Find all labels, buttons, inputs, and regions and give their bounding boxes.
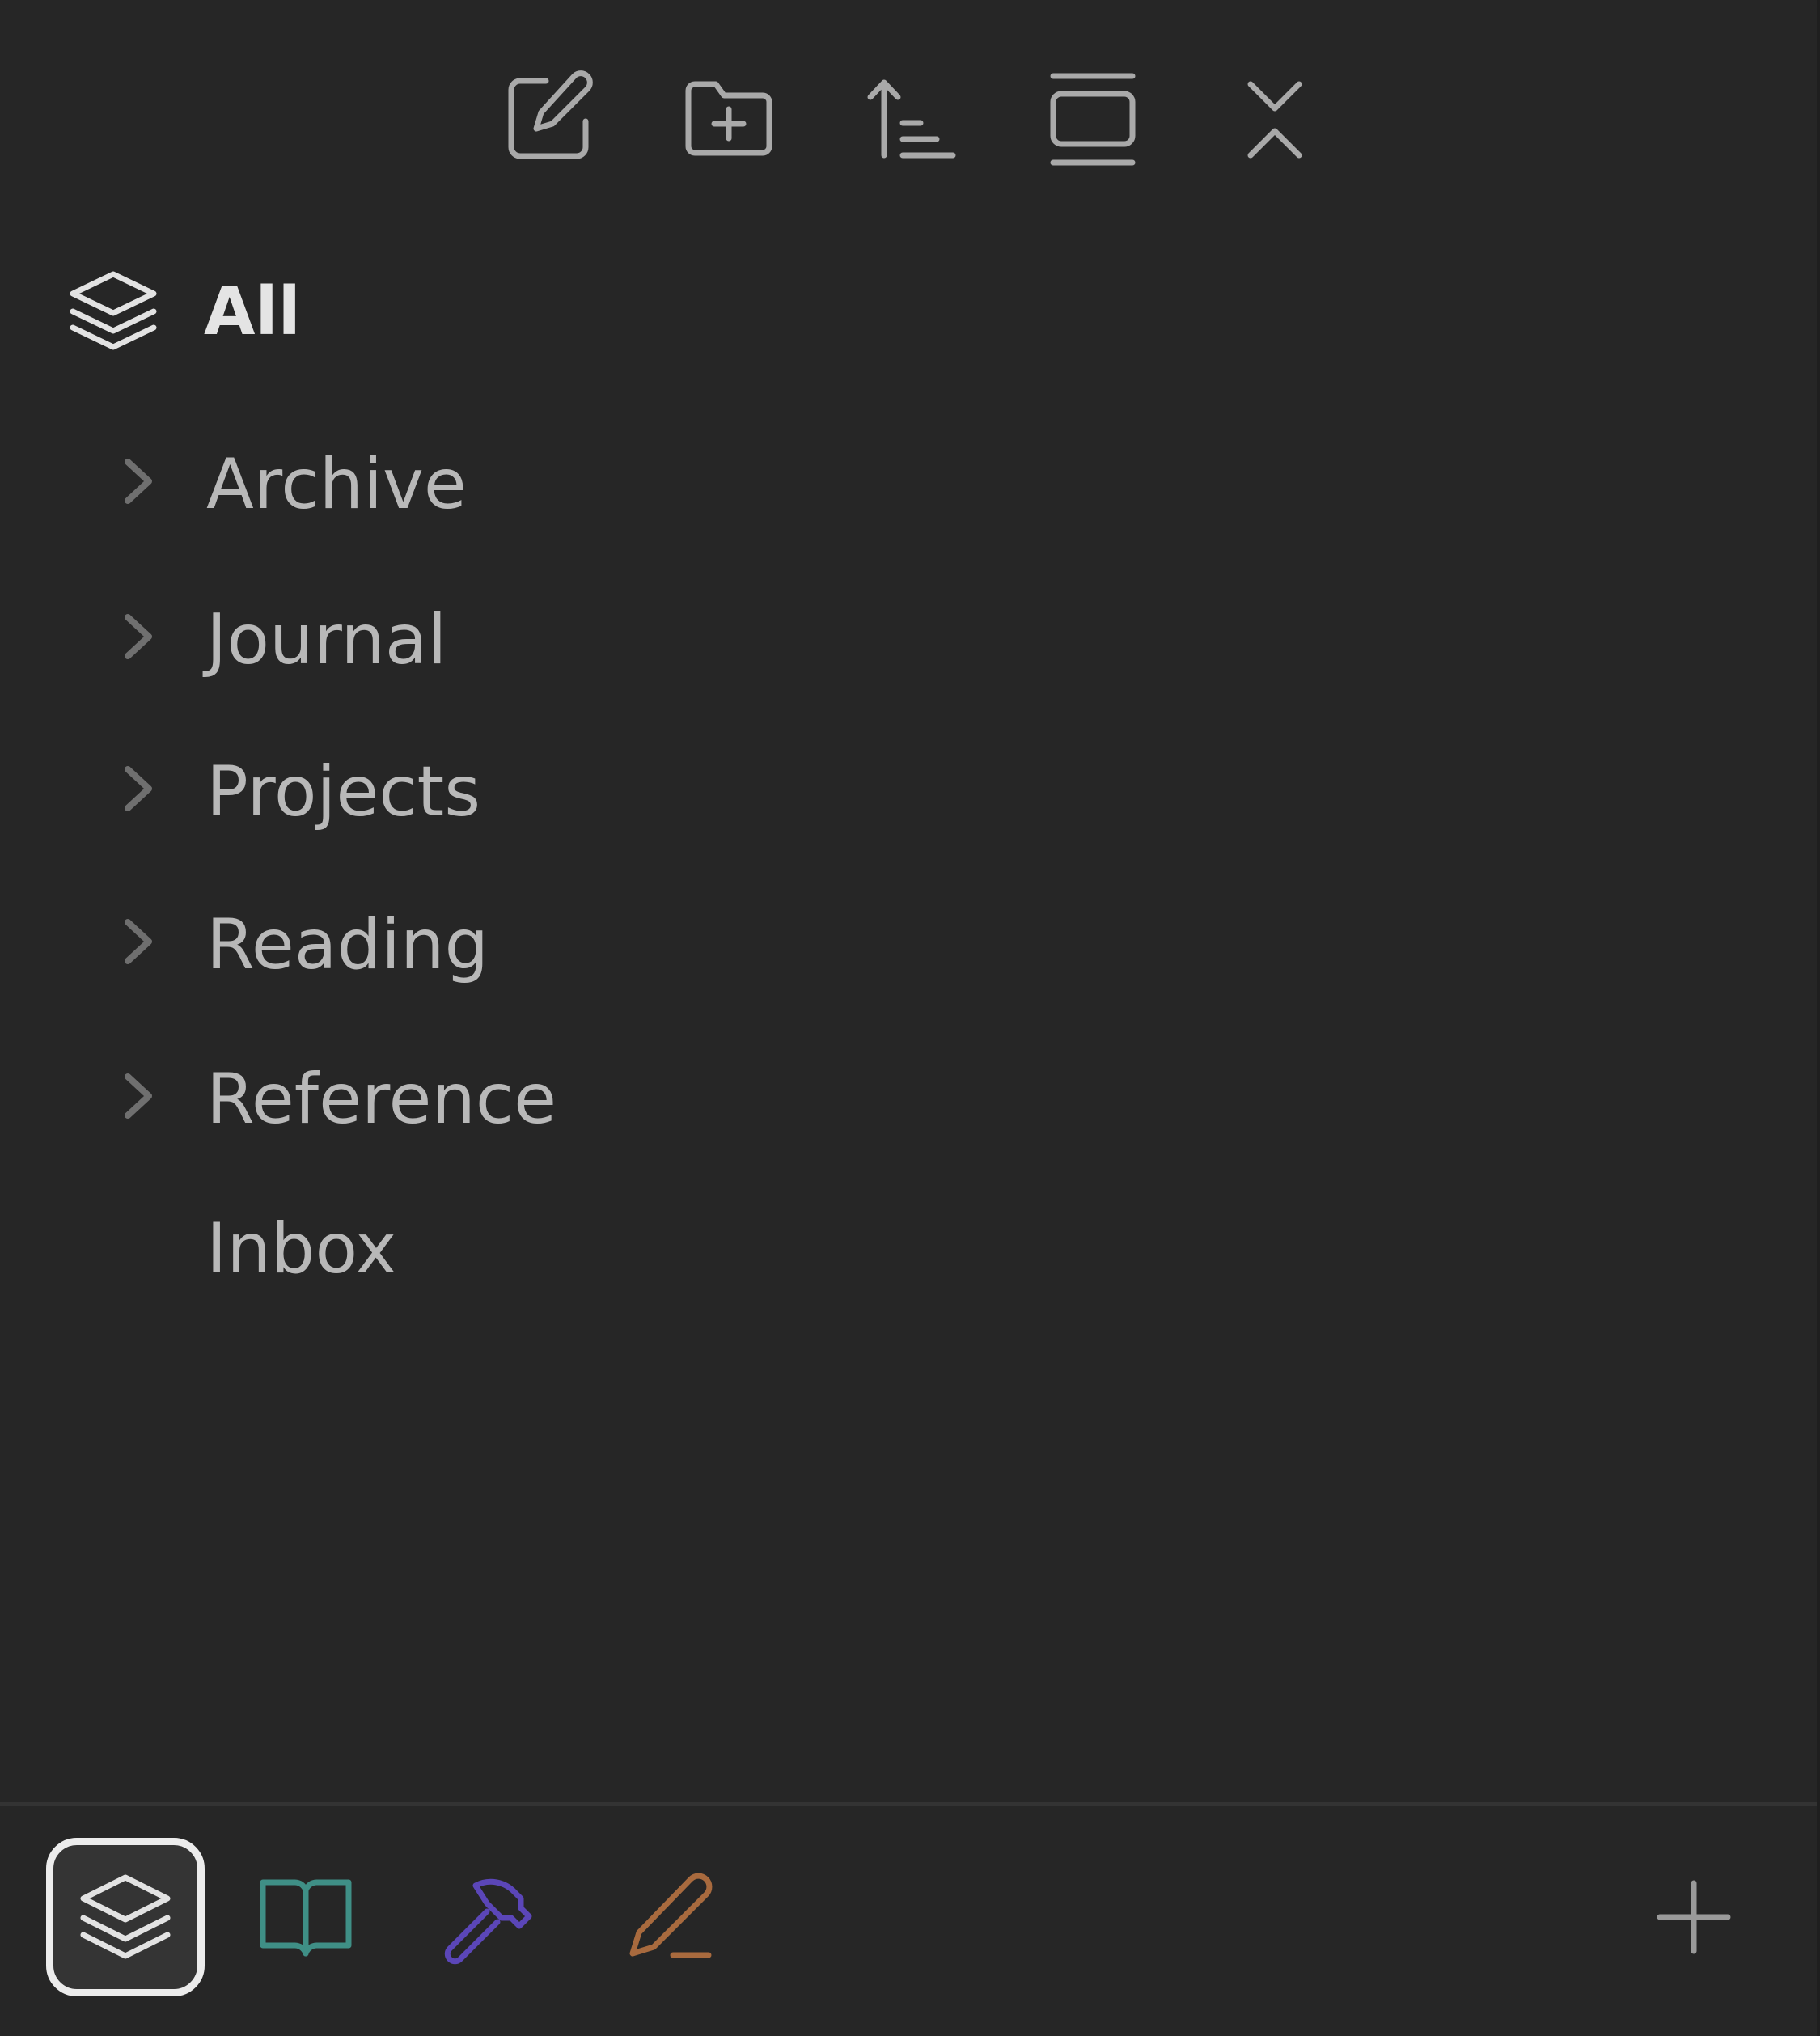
pencil-line-icon (629, 1873, 713, 1958)
open-book-icon (260, 1879, 352, 1957)
tree-item-reference[interactable]: Reference (113, 1048, 1246, 1145)
tree-item-label: Projects (206, 751, 481, 832)
tree-item-journal[interactable]: Journal (113, 588, 1246, 685)
new-note-button[interactable] (496, 65, 601, 170)
chevron-right-icon[interactable] (113, 1070, 165, 1122)
plus-icon (1657, 1880, 1731, 1954)
bottom-bar-divider (0, 1802, 1817, 1806)
chevrons-collapse-icon (1247, 81, 1302, 159)
view-rectangle-icon (1050, 73, 1136, 166)
tree-item-inbox[interactable]: Inbox (113, 1197, 1246, 1294)
tree-root-all[interactable]: All (65, 259, 301, 364)
collapse-all-button[interactable] (1222, 65, 1327, 170)
file-explorer-panel: All Archive Journal Projects Reading Ref… (0, 0, 1817, 2036)
sort-ascending-icon (867, 79, 956, 159)
panel-border (1817, 0, 1820, 2036)
chevron-right-icon[interactable] (113, 763, 165, 815)
sort-button[interactable] (857, 65, 963, 170)
chevron-right-icon[interactable] (113, 455, 165, 507)
layers-icon (80, 1874, 171, 1959)
tree-item-projects[interactable]: Projects (113, 740, 1246, 837)
tree-item-reading[interactable]: Reading (113, 893, 1246, 990)
layers-icon (65, 263, 162, 360)
tree-item-label: Reading (206, 904, 489, 985)
pencil-square-icon (508, 70, 593, 159)
new-folder-button[interactable] (677, 65, 782, 170)
chevron-right-icon[interactable] (113, 611, 165, 662)
tab-projects[interactable] (408, 1838, 567, 1996)
tree-root-label: All (204, 273, 301, 350)
tree-item-label: Inbox (206, 1208, 397, 1289)
add-tab-button[interactable] (1645, 1869, 1742, 1966)
auto-reveal-button[interactable] (1040, 65, 1145, 170)
tab-all[interactable] (46, 1838, 205, 1996)
tab-reading[interactable] (226, 1838, 385, 1996)
chevron-right-icon[interactable] (113, 916, 165, 967)
tree-item-label: Journal (206, 599, 447, 680)
folder-plus-icon (685, 81, 772, 156)
tree-item-archive[interactable]: Archive (113, 433, 1246, 530)
tab-journal[interactable] (590, 1838, 748, 1996)
tree-item-label: Reference (206, 1059, 557, 1140)
tree-item-label: Archive (206, 444, 467, 525)
hammer-icon (444, 1878, 532, 1965)
